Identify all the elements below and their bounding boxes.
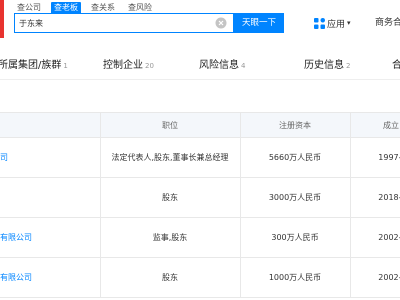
capital-cell: 3000万人民币 xyxy=(268,193,322,202)
table-row: 司 法定代表人,股东,董事长兼总经理 5660万人民币 1997-09 xyxy=(0,138,400,178)
table-row: 有限公司 监事,股东 300万人民币 2002-06 xyxy=(0,218,400,258)
nav-history-info[interactable]: 历史信息 2 xyxy=(304,56,350,71)
companies-table: 职位 注册资本 成立日 司 法定代表人,股东,董事长兼总经理 5660万人民币 … xyxy=(0,112,400,298)
founded-cell: 2018-03 xyxy=(378,193,400,202)
column-divider xyxy=(350,178,351,217)
table-row: 有限公司 股东 1000万人民币 2002-10 xyxy=(0,258,400,298)
col-capital: 注册资本 xyxy=(279,121,311,130)
nav-risk-count: 4 xyxy=(241,62,246,70)
nav-more-label: 合 xyxy=(392,60,400,71)
column-divider xyxy=(100,258,101,297)
capital-cell: 5660万人民币 xyxy=(268,153,322,162)
column-divider xyxy=(240,138,241,177)
nav-controlled-companies[interactable]: 控制企业 20 xyxy=(103,56,154,71)
table-header: 职位 注册资本 成立日 xyxy=(0,113,400,138)
column-divider xyxy=(350,258,351,297)
nav-risk-label: 风险信息 xyxy=(199,60,239,71)
position-cell: 监事,股东 xyxy=(152,233,188,242)
col-position: 职位 xyxy=(162,121,178,130)
column-divider xyxy=(350,138,351,177)
company-link[interactable]: 有限公司 xyxy=(0,258,100,297)
nav-group-label: 所属集团/族群 xyxy=(0,60,62,71)
position-cell: 法定代表人,股东,董事长兼总经理 xyxy=(111,152,229,162)
search-input[interactable] xyxy=(15,14,215,32)
column-divider xyxy=(350,113,351,137)
column-divider xyxy=(100,138,101,177)
apps-grid-icon xyxy=(314,17,325,29)
top-header: 查公司 查老板 查关系 查风险 天眼一下 应用 ▾ 商务合 xyxy=(0,0,400,38)
column-divider xyxy=(100,113,101,137)
apps-menu-button[interactable]: 应用 ▾ xyxy=(314,15,351,31)
nav-more[interactable]: 合 xyxy=(392,56,400,71)
nav-group-count: 1 xyxy=(63,62,68,70)
capital-cell: 1000万人民币 xyxy=(268,273,322,282)
company-link[interactable]: 司 xyxy=(0,138,100,177)
nav-controlled-count: 20 xyxy=(145,62,154,70)
nav-history-count: 2 xyxy=(346,62,351,70)
section-spacer xyxy=(0,80,400,112)
column-divider xyxy=(240,113,241,137)
clear-icon[interactable] xyxy=(215,17,227,29)
search-button[interactable]: 天眼一下 xyxy=(234,13,284,33)
nav-group[interactable]: 所属集团/族群 1 xyxy=(0,56,68,71)
column-divider xyxy=(240,258,241,297)
apps-label: 应用 xyxy=(327,19,346,30)
capital-cell: 300万人民币 xyxy=(271,233,319,242)
company-link[interactable]: 有限公司 xyxy=(0,218,100,257)
search-box xyxy=(14,13,234,33)
founded-cell: 2002-06 xyxy=(378,233,400,242)
nav-risk-info[interactable]: 风险信息 4 xyxy=(199,56,245,71)
section-nav: 所属集团/族群 1 控制企业 20 风险信息 4 历史信息 2 合 xyxy=(0,44,400,80)
company-link[interactable] xyxy=(0,178,100,217)
col-founded: 成立日 xyxy=(383,121,400,130)
table-row: 股东 3000万人民币 2018-03 xyxy=(0,178,400,218)
column-divider xyxy=(240,218,241,257)
founded-cell: 1997-09 xyxy=(378,153,400,162)
position-cell: 股东 xyxy=(162,273,178,282)
column-divider xyxy=(100,178,101,217)
business-link[interactable]: 商务合 xyxy=(375,15,400,31)
column-divider xyxy=(100,218,101,257)
position-cell: 股东 xyxy=(162,193,178,202)
nav-controlled-label: 控制企业 xyxy=(103,60,143,71)
column-divider xyxy=(350,218,351,257)
nav-history-label: 历史信息 xyxy=(304,60,344,71)
column-divider xyxy=(240,178,241,217)
founded-cell: 2002-10 xyxy=(378,273,400,282)
logo[interactable] xyxy=(0,0,4,38)
chevron-down-icon: ▾ xyxy=(347,19,351,27)
